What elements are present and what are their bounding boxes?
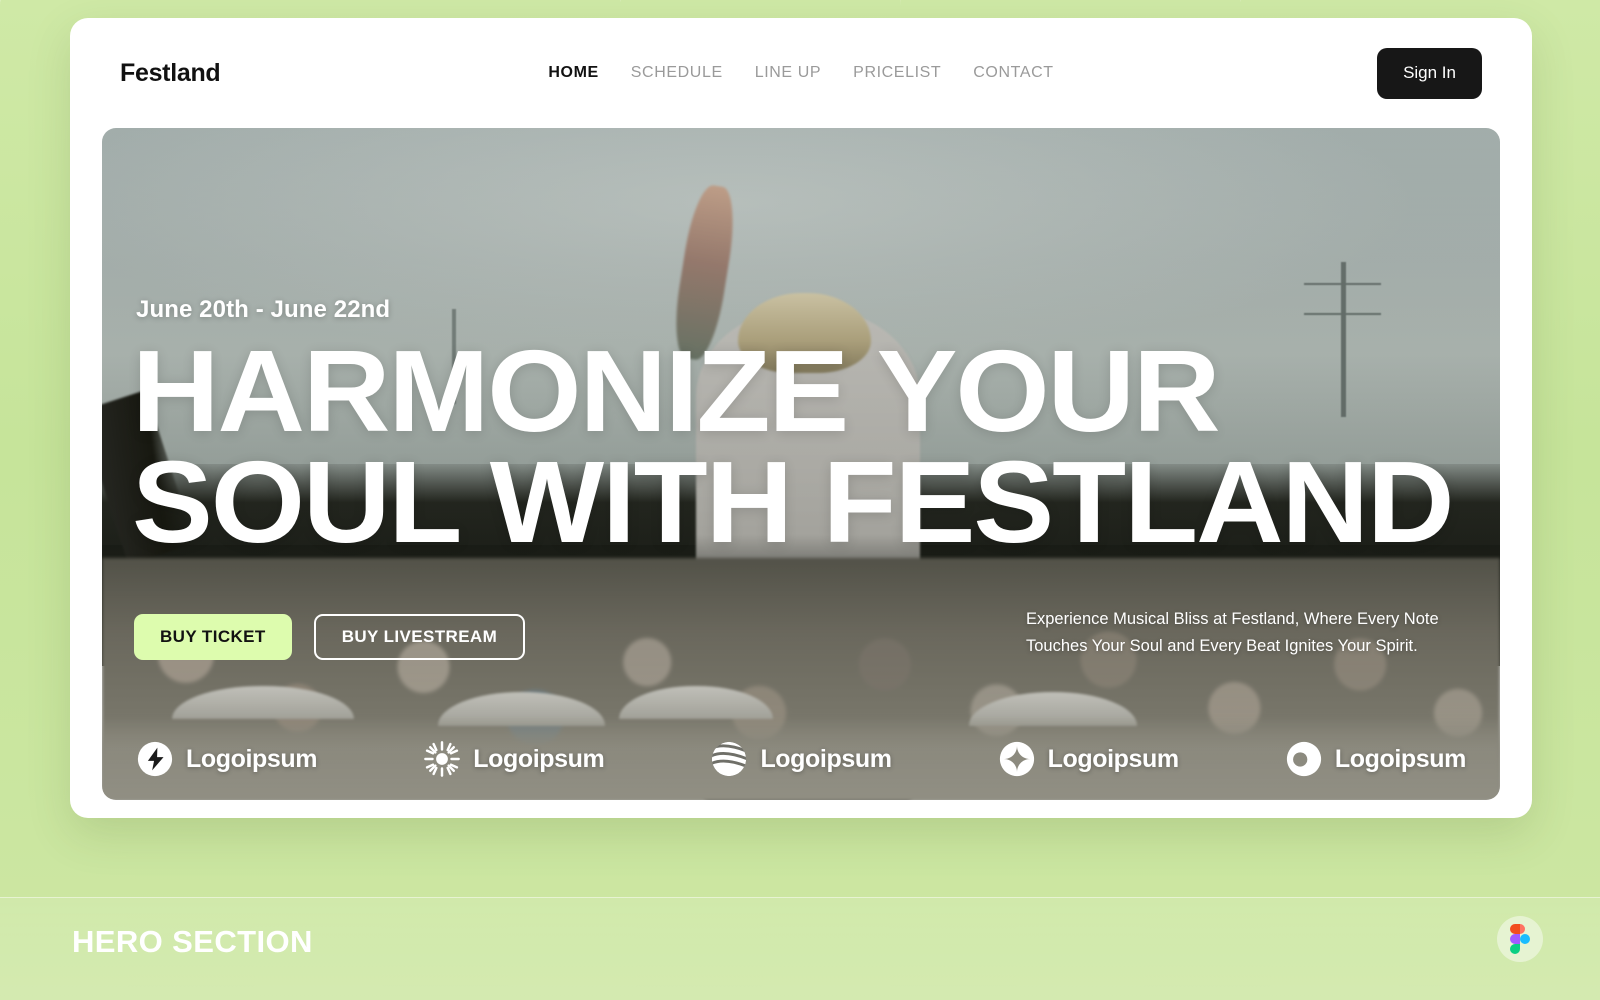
partner-logo-label: Logoipsum	[473, 744, 605, 773]
headline-line-1: HARMONIZE YOUR	[132, 326, 1221, 456]
wave-circle-icon	[710, 740, 748, 778]
hero-cta-group: BUY TICKET BUY LIVESTREAM	[134, 614, 526, 660]
nav-item-home[interactable]: HOME	[548, 64, 598, 82]
nav-item-pricelist[interactable]: PRICELIST	[853, 64, 941, 82]
hero-content: June 20th - June 22nd HARMONIZE YOUR SOU…	[102, 128, 1500, 800]
section-caption: HERO SECTION	[72, 924, 313, 959]
sunburst-icon	[423, 740, 461, 778]
partner-logo-item: Logoipsum	[1285, 740, 1466, 778]
main-navigation: HOME SCHEDULE LINE UP PRICELIST CONTACT	[548, 64, 1053, 82]
partner-logo-item: Logoipsum	[423, 740, 605, 778]
event-dates: June 20th - June 22nd	[136, 296, 391, 323]
brand-logo[interactable]: Festland	[120, 59, 221, 88]
nav-item-schedule[interactable]: SCHEDULE	[631, 64, 723, 82]
moon-circle-icon	[1285, 740, 1323, 778]
caption-bar: HERO SECTION	[0, 897, 1600, 1000]
sign-in-button[interactable]: Sign In	[1377, 47, 1482, 99]
website-preview-card: Festland HOME SCHEDULE LINE UP PRICELIST…	[70, 18, 1532, 818]
partner-logo-label: Logoipsum	[760, 744, 892, 773]
partner-logo-label: Logoipsum	[1334, 744, 1467, 773]
hero-description: Experience Musical Bliss at Festland, Wh…	[1026, 610, 1439, 655]
buy-livestream-button[interactable]: BUY LIVESTREAM	[313, 614, 526, 660]
partner-logo-item: Logoipsum	[998, 740, 1179, 778]
bolt-circle-icon	[136, 740, 174, 778]
buy-ticket-button[interactable]: BUY TICKET	[134, 614, 292, 660]
nav-item-contact[interactable]: CONTACT	[973, 64, 1053, 82]
figma-icon[interactable]	[1497, 916, 1543, 962]
navbar: Festland HOME SCHEDULE LINE UP PRICELIST…	[70, 18, 1532, 128]
partner-logo-label: Logoipsum	[186, 744, 318, 773]
nav-item-line-up[interactable]: LINE UP	[755, 64, 821, 82]
star-circle-icon	[998, 740, 1036, 778]
partner-logo-strip: Logoipsum Logoipsum Logoipsum Logoipsum …	[136, 740, 1466, 778]
hero-headline: HARMONIZE YOUR SOUL WITH FESTLAND	[132, 326, 1500, 568]
partner-logo-item: Logoipsum	[710, 740, 892, 778]
partner-logo-label: Logoipsum	[1047, 744, 1180, 773]
partner-logo-item: Logoipsum	[136, 740, 318, 778]
headline-line-2: SOUL WITH FESTLAND	[132, 437, 1455, 568]
hero-section: June 20th - June 22nd HARMONIZE YOUR SOU…	[102, 128, 1500, 800]
